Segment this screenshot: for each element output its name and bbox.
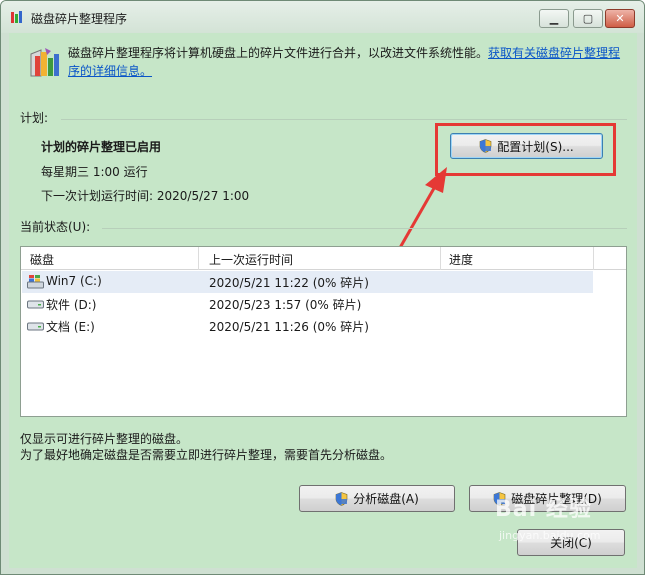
annotation-highlight-box bbox=[435, 123, 616, 176]
column-header-disk[interactable]: 磁盘 bbox=[30, 251, 54, 268]
maximize-button[interactable]: ▢ bbox=[573, 9, 603, 28]
eligible-disks-note: 仅显示可进行碎片整理的磁盘。 bbox=[20, 432, 189, 446]
schedule-separator bbox=[61, 119, 627, 120]
window-client-area: 磁盘碎片整理程序将计算机硬盘上的碎片文件进行合并，以改进文件系统性能。获取有关磁… bbox=[9, 33, 637, 568]
disk-row[interactable]: 软件 (D:) 2020/5/23 1:57 (0% 碎片) bbox=[22, 293, 593, 315]
defrag-window: 磁盘碎片整理程序 ▁ ▢ ✕ 磁盘碎片整理程序将计算机硬盘上的碎片文件进行合并，… bbox=[0, 0, 645, 575]
disk-row[interactable]: 文档 (E:) 2020/5/21 11:26 (0% 碎片) bbox=[22, 315, 593, 337]
drive-icon bbox=[27, 300, 44, 309]
column-divider[interactable] bbox=[198, 247, 199, 270]
disk-last-run: 2020/5/21 11:26 (0% 碎片) bbox=[209, 320, 369, 334]
windows-drive-icon bbox=[27, 275, 44, 289]
disk-last-run: 2020/5/23 1:57 (0% 碎片) bbox=[209, 298, 362, 312]
disk-name: 文档 (E:) bbox=[46, 320, 95, 334]
intro-description: 磁盘碎片整理程序将计算机硬盘上的碎片文件进行合并，以改进文件系统性能。 bbox=[68, 46, 489, 60]
analyze-disk-label: 分析磁盘(A) bbox=[353, 492, 419, 506]
analyze-disk-button[interactable]: 分析磁盘(A) bbox=[299, 485, 455, 512]
column-divider[interactable] bbox=[593, 247, 594, 270]
disk-defragmenter-icon bbox=[30, 48, 59, 77]
status-separator bbox=[102, 228, 627, 229]
disk-row[interactable]: Win7 (C:) 2020/5/21 11:22 (0% 碎片) bbox=[22, 271, 593, 293]
defrag-app-icon bbox=[11, 11, 22, 23]
disk-name: Win7 (C:) bbox=[46, 274, 102, 288]
disk-list[interactable]: 磁盘 上一次运行时间 进度 Win7 (C:) 2020/5/21 11:22 … bbox=[20, 246, 627, 417]
drive-icon bbox=[27, 322, 44, 331]
analyze-first-note: 为了最好地确定磁盘是否需要立即进行碎片整理，需要首先分析磁盘。 bbox=[20, 448, 393, 462]
next-run-time: 下一次计划运行时间: 2020/5/27 1:00 bbox=[41, 189, 250, 203]
uac-shield-icon bbox=[493, 491, 506, 506]
schedule-frequency: 每星期三 1:00 运行 bbox=[41, 165, 148, 179]
close-window-button[interactable]: ✕ bbox=[605, 9, 635, 28]
uac-shield-icon bbox=[335, 491, 348, 506]
column-header-last-run[interactable]: 上一次运行时间 bbox=[209, 251, 293, 268]
title-bar[interactable]: 磁盘碎片整理程序 ▁ ▢ ✕ bbox=[1, 1, 644, 33]
current-status-label: 当前状态(U): bbox=[20, 220, 91, 234]
column-divider[interactable] bbox=[440, 247, 441, 270]
schedule-section-label: 计划: bbox=[20, 111, 49, 125]
close-button-label: 关闭(C) bbox=[550, 536, 592, 550]
disk-name: 软件 (D:) bbox=[46, 298, 97, 312]
defragment-disk-button[interactable]: 磁盘碎片整理(D) bbox=[469, 485, 626, 512]
disk-last-run: 2020/5/21 11:22 (0% 碎片) bbox=[209, 276, 369, 290]
minimize-button[interactable]: ▁ bbox=[539, 9, 569, 28]
intro-text: 磁盘碎片整理程序将计算机硬盘上的碎片文件进行合并，以改进文件系统性能。获取有关磁… bbox=[68, 44, 628, 80]
schedule-status: 计划的碎片整理已启用 bbox=[41, 140, 162, 154]
close-button[interactable]: 关闭(C) bbox=[517, 529, 625, 556]
window-title: 磁盘碎片整理程序 bbox=[31, 12, 128, 26]
defragment-disk-label: 磁盘碎片整理(D) bbox=[511, 492, 602, 506]
column-header-progress[interactable]: 进度 bbox=[449, 251, 473, 268]
disk-list-header: 磁盘 上一次运行时间 进度 bbox=[21, 247, 626, 270]
